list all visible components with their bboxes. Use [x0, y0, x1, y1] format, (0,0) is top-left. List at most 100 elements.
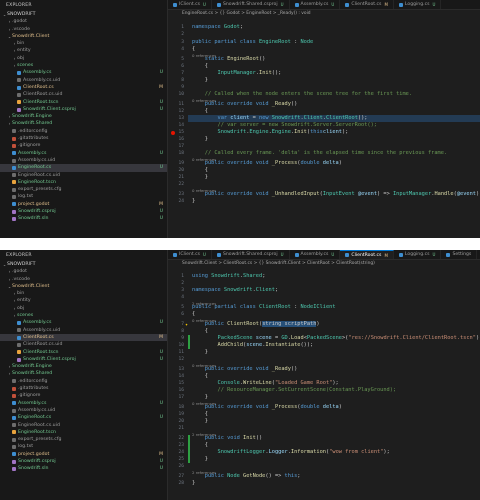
- tree-item[interactable]: Snowdrift.Client.csproj U: [0, 106, 167, 113]
- code-line[interactable]: public void Init(): [192, 435, 262, 441]
- code-line[interactable]: {: [192, 328, 208, 334]
- lightbulb-icon[interactable]: ✦: [185, 322, 188, 328]
- code-line[interactable]: namespace Snowdrift.Client;: [192, 287, 278, 293]
- code-line[interactable]: }: [192, 456, 208, 462]
- tree-item[interactable]: Assembly.cs.uid: [0, 327, 167, 334]
- tree-item[interactable]: Assembly.cs U: [0, 69, 167, 76]
- tree-item[interactable]: › .godot: [0, 268, 167, 275]
- code-line[interactable]: }: [192, 198, 195, 204]
- code-line[interactable]: public override void _Process(double del…: [192, 160, 342, 166]
- tree-item[interactable]: EngineRoot.cs.uid: [0, 172, 167, 179]
- tree-item[interactable]: › scenes: [0, 312, 167, 319]
- code-line[interactable]: public override void _UnhandledInput(Inp…: [192, 191, 480, 197]
- tree-item[interactable]: EngineRoot.cs U: [0, 164, 167, 172]
- tree-item[interactable]: .gitattributes: [0, 385, 167, 392]
- tree-item[interactable]: › .vscode: [0, 26, 167, 33]
- code-line[interactable]: }: [192, 480, 195, 486]
- code-line[interactable]: Console.WriteLine("Loaded Game Root");: [192, 380, 339, 386]
- code-line[interactable]: public override void _Process(double del…: [192, 404, 342, 410]
- editor-tab[interactable]: Logging.cs U: [394, 0, 442, 9]
- tree-item[interactable]: ⌄ SNOWDRIFT: [0, 11, 167, 18]
- tree-item[interactable]: › Snowdrift.Shared: [0, 120, 167, 127]
- code-line[interactable]: public partial class ClientRoot : NodeIC…: [192, 304, 336, 310]
- tree-item[interactable]: ⌄ SNOWDRIFT: [0, 261, 167, 268]
- tree-item[interactable]: › entity: [0, 297, 167, 304]
- editor-tab[interactable]: ClientRoot.cs M: [340, 0, 394, 9]
- tree-item[interactable]: EngineRoot.cs.uid: [0, 422, 167, 429]
- code-line[interactable]: using Snowdrift.Shared;: [192, 273, 265, 279]
- code-line[interactable]: var client = new Snowdrift.Client.Client…: [192, 115, 368, 121]
- code-line[interactable]: InputManager.Init();: [192, 70, 282, 76]
- tree-item[interactable]: › Snowdrift.Engine: [0, 113, 167, 120]
- tree-item[interactable]: project.godot M: [0, 201, 167, 208]
- editor-tab[interactable]: IClient.cs U: [168, 250, 212, 259]
- code-line[interactable]: {: [192, 373, 208, 379]
- code-line[interactable]: SnowdriftLogger.Logger.Information("wow …: [192, 449, 390, 455]
- tree-item[interactable]: Snowdrift.sln U: [0, 465, 167, 472]
- editor-tab[interactable]: Settings: [441, 250, 478, 259]
- tree-item[interactable]: Assembly.cs.uid: [0, 157, 167, 164]
- code-line[interactable]: }: [192, 394, 208, 400]
- code-line[interactable]: PackedScene scene = GD.Load<PackedScene>…: [192, 335, 480, 341]
- tree-item[interactable]: export_presets.cfg: [0, 186, 167, 193]
- tree-item[interactable]: Snowdrift.sln U: [0, 215, 167, 222]
- breadcrumb[interactable]: Snowdrift.Client > ClientRoot.cs > {} Sn…: [168, 260, 480, 267]
- editor-tab[interactable]: Assembly.cs U: [290, 250, 341, 259]
- tree-item[interactable]: › .godot: [0, 18, 167, 25]
- tree-item[interactable]: Assembly.cs.uid: [0, 407, 167, 414]
- code-line[interactable]: // Called every frame. 'delta' is the el…: [192, 150, 447, 156]
- tree-item[interactable]: EngineRoot.cs U: [0, 414, 167, 421]
- code-line[interactable]: AddChild(scene.Instantiate());: [192, 342, 314, 348]
- tree-item[interactable]: › .vscode: [0, 276, 167, 283]
- code-line[interactable]: public ClientRoot(string scriptPath): [192, 321, 320, 327]
- tree-item[interactable]: ClientRoot.tscn U: [0, 99, 167, 106]
- code-line[interactable]: // var server = new Snowdrift.Server.Ser…: [192, 122, 377, 128]
- tree-item[interactable]: ⌄ Snowdrift.Client: [0, 33, 167, 40]
- tree-item[interactable]: .gitignore: [0, 142, 167, 149]
- tree-item[interactable]: › entity: [0, 47, 167, 54]
- tree-item[interactable]: › bin: [0, 40, 167, 47]
- editor-tab[interactable]: Snowdrift.Shared.csproj U: [212, 250, 290, 259]
- tree-item[interactable]: export_presets.cfg: [0, 436, 167, 443]
- tree-item[interactable]: Assembly.cs U: [0, 319, 167, 326]
- tree-item[interactable]: ClientRoot.cs.uid: [0, 341, 167, 348]
- tree-item[interactable]: › scenes: [0, 62, 167, 69]
- code-line[interactable]: public override void _Ready(): [192, 366, 298, 372]
- tree-item[interactable]: ClientRoot.cs.uid: [0, 91, 167, 98]
- code-line[interactable]: public partial class EngineRoot : Node: [192, 39, 313, 45]
- tree-item[interactable]: EngineRoot.tscn: [0, 429, 167, 436]
- tree-item[interactable]: EngineRoot.tscn: [0, 179, 167, 186]
- tree-item[interactable]: log.txt: [0, 193, 167, 200]
- tree-item[interactable]: .editorconfig: [0, 378, 167, 385]
- tree-item[interactable]: › bin: [0, 290, 167, 297]
- tree-item[interactable]: › Snowdrift.Engine: [0, 363, 167, 370]
- tree-item[interactable]: ⌄ Snowdrift.Client: [0, 283, 167, 290]
- code-line[interactable]: {: [192, 46, 195, 52]
- tree-item[interactable]: Assembly.cs U: [0, 150, 167, 157]
- editor-tab[interactable]: Logging.cs U: [394, 250, 442, 259]
- code-line[interactable]: Snowdrift.Engine.Engine.Init(thisclient)…: [192, 129, 349, 135]
- tree-item[interactable]: Assembly.cs.uid: [0, 77, 167, 84]
- breadcrumb[interactable]: EngineRoot.cs > {} Godot > EngineRoot > …: [168, 10, 480, 17]
- tree-item[interactable]: ClientRoot.tscn U: [0, 349, 167, 356]
- code-line[interactable]: namespace Godot;: [192, 24, 246, 30]
- tree-item[interactable]: project.godot M: [0, 451, 167, 458]
- code-line[interactable]: {: [192, 311, 195, 317]
- code-line[interactable]: public override void _Ready(): [192, 101, 298, 107]
- code-line[interactable]: static EngineRoot(): [192, 56, 266, 62]
- tree-item[interactable]: Snowdrift.csproj U: [0, 208, 167, 215]
- tree-item[interactable]: .gitattributes: [0, 135, 167, 142]
- code-line[interactable]: {: [192, 63, 208, 69]
- code-line[interactable]: }: [192, 349, 208, 355]
- editor-tab[interactable]: Snowdrift.Shared.csproj U: [212, 0, 290, 9]
- tree-item[interactable]: Snowdrift.csproj U: [0, 458, 167, 465]
- tree-item[interactable]: Assembly.cs U: [0, 400, 167, 407]
- editor-tab[interactable]: ClientRoot.cs M: [340, 250, 394, 259]
- tree-item[interactable]: › obj: [0, 55, 167, 62]
- code-line[interactable]: // ResourceManager.SetCurrentScene(Const…: [192, 387, 397, 393]
- tree-item[interactable]: .editorconfig: [0, 128, 167, 135]
- editor-tab[interactable]: Assembly.cs U: [290, 0, 341, 9]
- code-line[interactable]: }: [192, 418, 208, 424]
- code-line[interactable]: // Called when the node enters the scene…: [192, 91, 412, 97]
- tree-item[interactable]: Snowdrift.Client.csproj U: [0, 356, 167, 363]
